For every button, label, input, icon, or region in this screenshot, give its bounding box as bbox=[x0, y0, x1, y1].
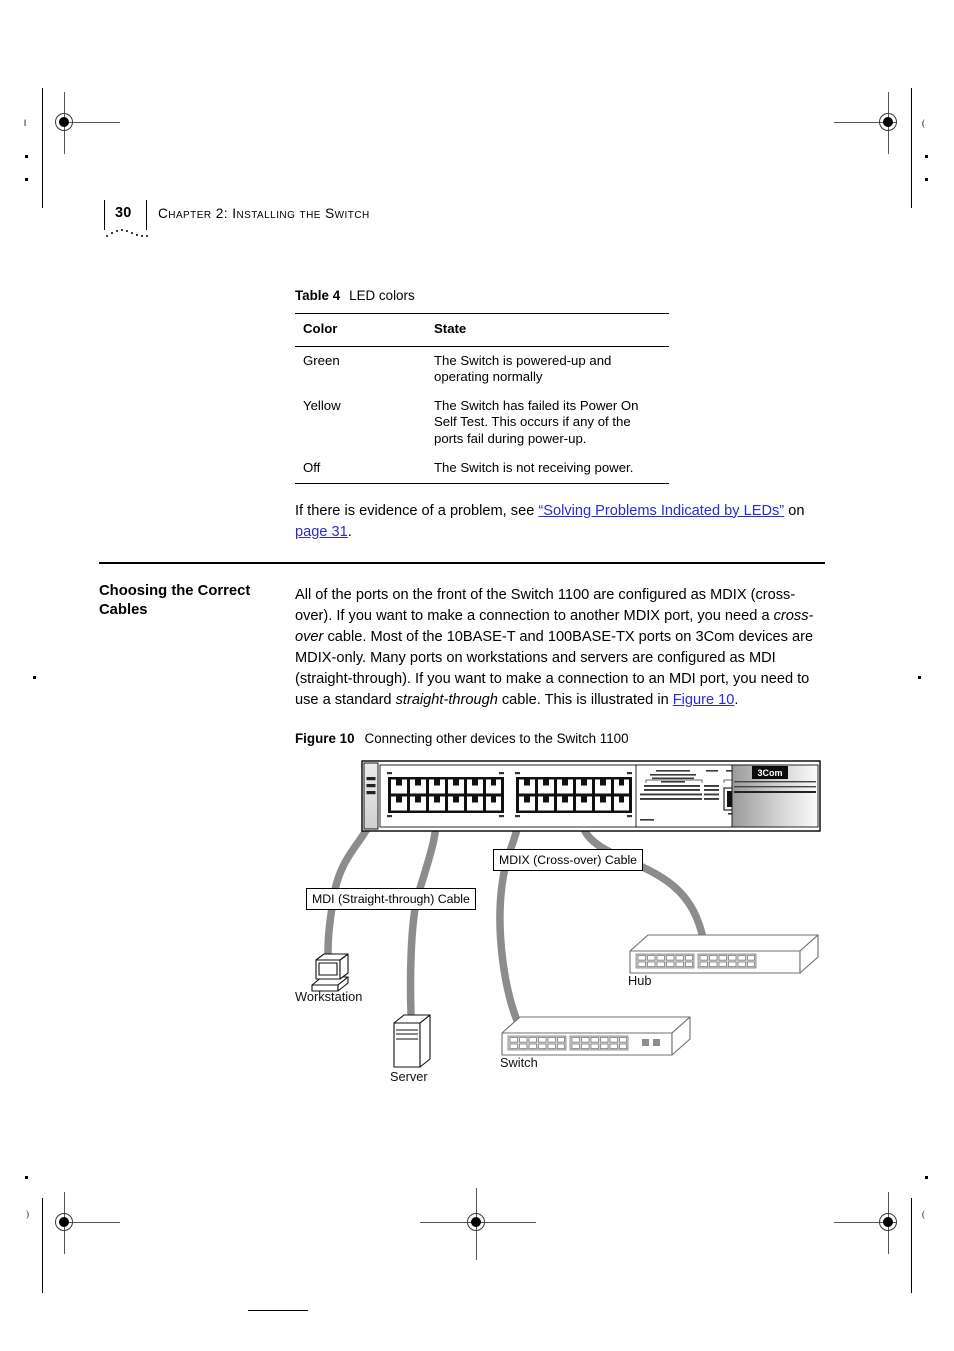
figure-label: Figure 10 bbox=[295, 731, 355, 746]
section-body-paragraph: All of the ports on the front of the Swi… bbox=[295, 585, 823, 712]
registration-mark-top-right bbox=[834, 92, 916, 154]
section-text-3: cable. This is illustrated in bbox=[497, 692, 673, 709]
cell-state: The Switch has failed its Power On Self … bbox=[434, 397, 639, 446]
link-solving-problems[interactable]: “Solving Problems Indicated by LEDs” bbox=[538, 503, 784, 519]
trim-mark-bottom-strip bbox=[248, 1310, 308, 1312]
problem-lead-text: If there is evidence of a problem, see bbox=[295, 502, 539, 519]
port-bank-right bbox=[516, 777, 632, 813]
column-header-state: State bbox=[426, 313, 669, 347]
link-figure-10[interactable]: Figure 10 bbox=[673, 692, 735, 708]
chapter-title: Chapter 2: Installing the Switch bbox=[158, 206, 370, 221]
problem-middle-text: on bbox=[784, 502, 805, 519]
page-number: 30 bbox=[115, 205, 132, 221]
edge-tick-right-3 bbox=[918, 676, 921, 679]
device-label-switch: Switch bbox=[500, 1055, 538, 1070]
cable-group bbox=[324, 797, 708, 1027]
section-text-4: . bbox=[734, 692, 739, 709]
edge-glyph-top-right: ( bbox=[922, 118, 925, 128]
registration-mark-bottom-right bbox=[834, 1192, 916, 1254]
figure-caption-text: Connecting other devices to the Switch 1… bbox=[364, 731, 629, 746]
table-row: Yellow The Switch has failed its Power O… bbox=[295, 392, 669, 454]
device-label-workstation: Workstation bbox=[295, 989, 363, 1004]
edge-glyph-bottom-right: ( bbox=[922, 1209, 925, 1219]
edge-tick-right-2 bbox=[925, 178, 928, 181]
led-colors-table: Color State Green The Switch is powered-… bbox=[295, 313, 669, 485]
figure-artwork: 3Com MDI (Straight-through) Cable MDIX (… bbox=[290, 755, 830, 1085]
edge-glyph-bottom-left: ) bbox=[26, 1209, 29, 1219]
cell-color: Green bbox=[303, 352, 340, 368]
registration-mark-bottom-left bbox=[38, 1192, 120, 1254]
edge-tick-right-1 bbox=[925, 155, 928, 158]
table-header-row: Color State bbox=[295, 313, 669, 347]
cell-state: The Switch is not receiving power. bbox=[426, 453, 669, 485]
edge-tick-left-1 bbox=[25, 155, 28, 158]
switch-brand-logo-text: 3Com bbox=[757, 768, 782, 778]
registration-mark-top-left bbox=[38, 92, 120, 154]
section-italic-straightthrough: straight-through bbox=[395, 692, 498, 709]
header-dot-flourish bbox=[106, 227, 152, 239]
section-text-1: All of the ports on the front of the Swi… bbox=[295, 586, 796, 624]
port-bank-left bbox=[388, 777, 504, 813]
device-label-hub: Hub bbox=[628, 973, 652, 988]
section-divider bbox=[99, 562, 825, 564]
column-header-color: Color bbox=[295, 313, 426, 347]
section-heading: Choosing the Correct Cables bbox=[99, 583, 251, 619]
table-row: Green The Switch is powered-up and opera… bbox=[295, 346, 669, 392]
problem-tail-text: . bbox=[347, 523, 352, 540]
cell-color: Yellow bbox=[303, 397, 341, 413]
document-page: ‖ ( ) ( 30 Chapter 2: Installing the Swi… bbox=[0, 0, 954, 1351]
running-header: 30 Chapter 2: Installing the Switch bbox=[104, 200, 804, 242]
registration-mark-bottom-center bbox=[420, 1188, 536, 1260]
header-left-rule bbox=[104, 200, 106, 230]
switch-1100-front-panel: 3Com bbox=[361, 760, 821, 832]
edge-tick-left-2 bbox=[25, 178, 28, 181]
link-page-31[interactable]: page 31 bbox=[295, 524, 348, 540]
table-row: Off The Switch is not receiving power. bbox=[295, 453, 669, 485]
edge-tick-left-4 bbox=[25, 1176, 28, 1179]
table-caption-text: LED colors bbox=[349, 288, 415, 303]
edge-glyph-top-left: ‖ bbox=[24, 118, 27, 128]
server-icon bbox=[393, 1014, 431, 1068]
cable-to-switch bbox=[496, 797, 526, 1027]
switch-right-panel: 3Com bbox=[731, 764, 819, 828]
figure-caption: Figure 10 Connecting other devices to the… bbox=[295, 731, 629, 746]
cable-label-mdi: MDI (Straight-through) Cable bbox=[306, 888, 476, 910]
header-divider-rule bbox=[146, 200, 148, 230]
workstation-icon bbox=[311, 953, 349, 992]
cell-state: The Switch is powered-up and operating n… bbox=[434, 352, 612, 385]
problem-paragraph: If there is evidence of a problem, see “… bbox=[295, 501, 823, 543]
device-label-server: Server bbox=[390, 1069, 428, 1084]
cell-color: Off bbox=[295, 453, 426, 485]
cable-label-mdix: MDIX (Cross-over) Cable bbox=[493, 849, 644, 871]
edge-tick-left-3 bbox=[33, 676, 36, 679]
edge-tick-right-4 bbox=[925, 1176, 928, 1179]
table-caption: Table 4 LED colors bbox=[295, 288, 415, 303]
table-label: Table 4 bbox=[295, 288, 341, 303]
